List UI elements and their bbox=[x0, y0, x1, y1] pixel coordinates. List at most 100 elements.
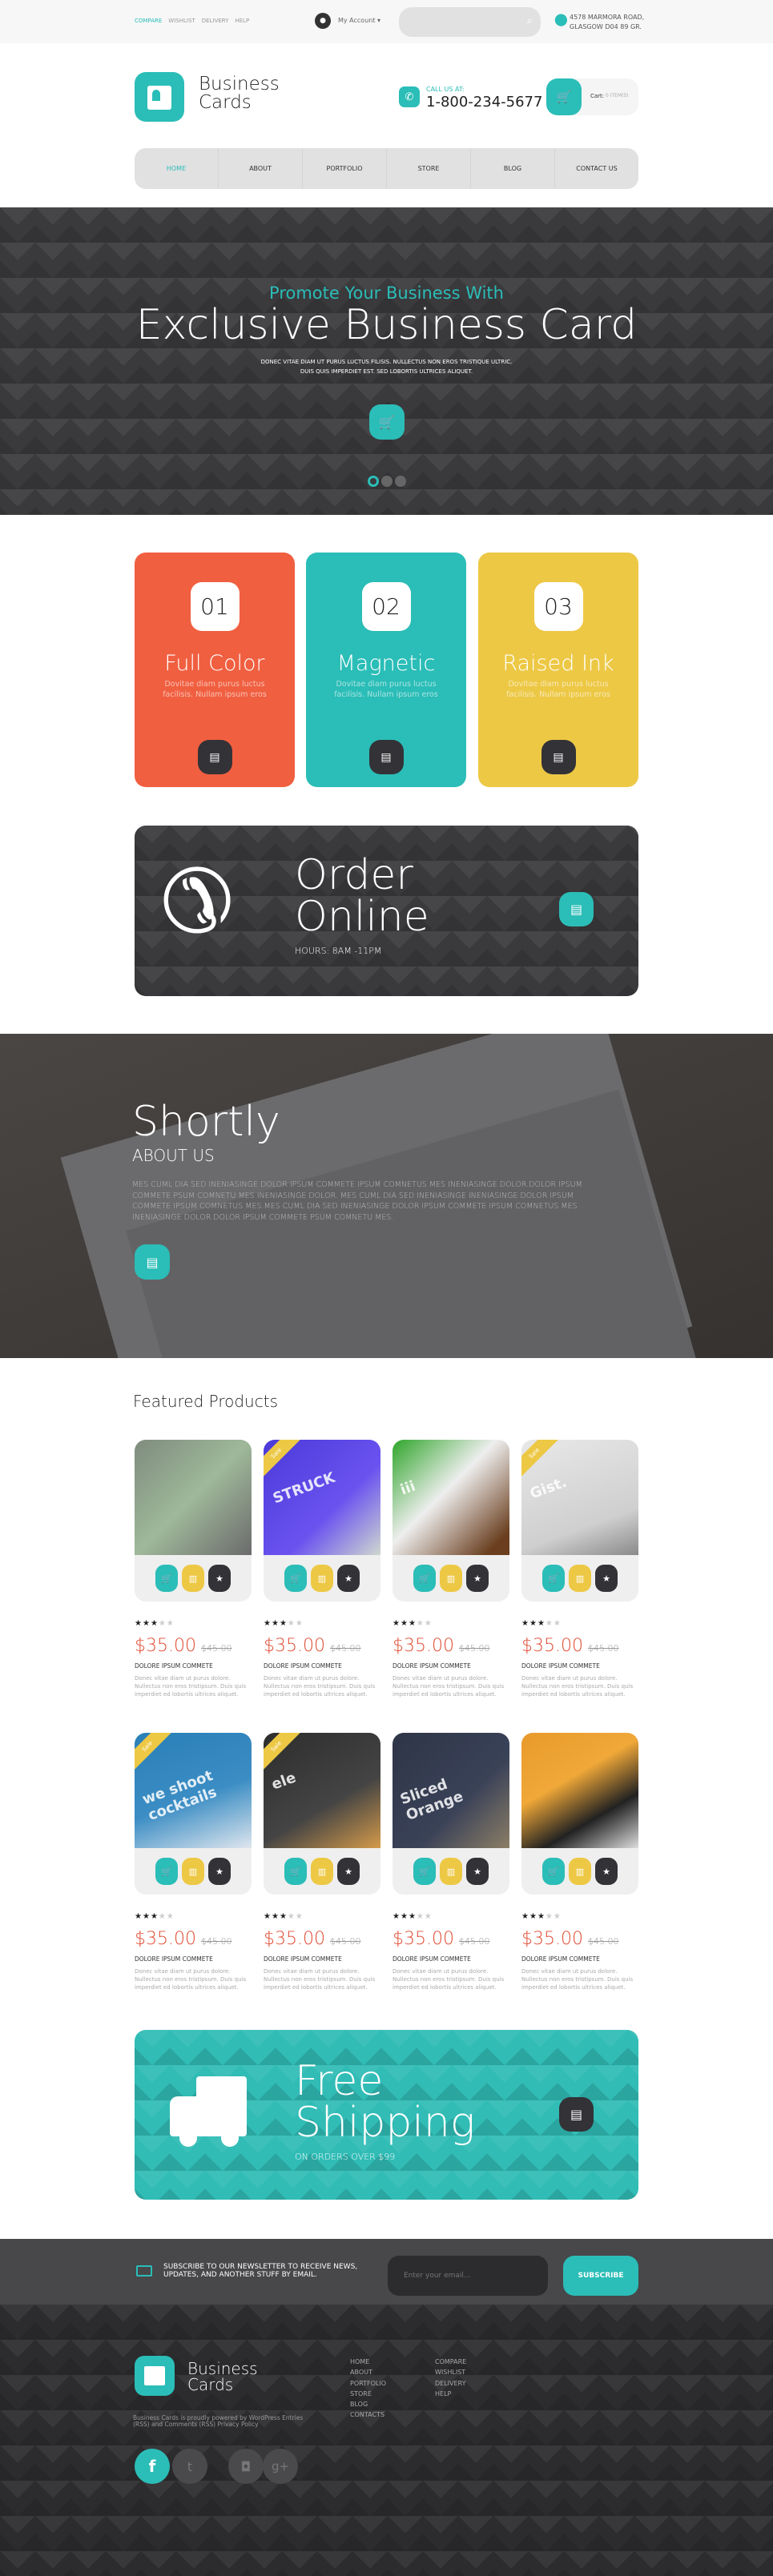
about-button[interactable]: ▤ bbox=[135, 1244, 170, 1280]
product-name[interactable]: DOLORE IPSUM COMMETE bbox=[521, 1662, 638, 1670]
wishlist-button[interactable]: ★ bbox=[595, 1858, 618, 1885]
compare-button[interactable]: ▥ bbox=[311, 1565, 333, 1592]
feature-more-button[interactable]: ▤ bbox=[541, 740, 576, 774]
add-to-cart-button[interactable]: 🛒 bbox=[155, 1565, 178, 1592]
instagram-icon[interactable]: ◘ bbox=[228, 2449, 264, 2484]
product-name[interactable]: DOLORE IPSUM COMMETE bbox=[264, 1955, 380, 1963]
product-image[interactable] bbox=[135, 1440, 252, 1555]
add-to-cart-button[interactable]: 🛒 bbox=[413, 1565, 436, 1592]
logo-icon[interactable] bbox=[135, 72, 184, 122]
compare-button[interactable]: ▥ bbox=[182, 1858, 204, 1885]
product-image[interactable]: ele Sale bbox=[264, 1733, 380, 1848]
google-plus-icon[interactable]: g+ bbox=[263, 2449, 298, 2484]
feature-title: Raised Ink bbox=[502, 651, 614, 676]
nav-portfolio[interactable]: PORTFOLIO bbox=[302, 148, 386, 189]
sale-badge: Sale bbox=[521, 1440, 562, 1481]
slider-dot-3[interactable] bbox=[394, 476, 406, 487]
slider-dot-2[interactable] bbox=[380, 476, 393, 487]
wishlist-button[interactable]: ★ bbox=[466, 1565, 489, 1592]
product-image[interactable]: we shoot cocktails Sale bbox=[135, 1733, 252, 1848]
facebook-icon[interactable]: f bbox=[135, 2449, 170, 2484]
footer-link-blog[interactable]: BLOG bbox=[350, 2399, 386, 2409]
free-shipping-banner[interactable]: Free Shipping ON ORDERS OVER $99 ▤ bbox=[135, 2030, 638, 2200]
shipping-button[interactable]: ▤ bbox=[559, 2097, 594, 2132]
feature-more-button[interactable]: ▤ bbox=[197, 740, 232, 774]
wishlist-button[interactable]: ★ bbox=[208, 1858, 231, 1885]
add-to-cart-button[interactable]: 🛒 bbox=[542, 1565, 565, 1592]
twitter-icon[interactable]: t bbox=[172, 2449, 207, 2484]
top-link-delivery[interactable]: DELIVERY bbox=[202, 18, 229, 24]
star-icon: ★ bbox=[416, 1619, 425, 1628]
product-name[interactable]: DOLORE IPSUM COMMETE bbox=[135, 1955, 252, 1963]
product-name[interactable]: DOLORE IPSUM COMMETE bbox=[264, 1662, 380, 1670]
nav-contact-us[interactable]: CONTACT US bbox=[554, 148, 638, 189]
cart-widget[interactable]: 🛒 Cart: 0 ITEM(S) bbox=[546, 78, 638, 115]
add-to-cart-button[interactable]: 🛒 bbox=[413, 1858, 436, 1885]
compare-button[interactable]: ▥ bbox=[311, 1858, 333, 1885]
product-actions: 🛒 ▥ ★ bbox=[393, 1848, 509, 1895]
product-name[interactable]: DOLORE IPSUM COMMETE bbox=[135, 1662, 252, 1670]
footer-link-wishlist[interactable]: WISHLIST bbox=[435, 2367, 466, 2377]
product-image[interactable] bbox=[521, 1733, 638, 1848]
footer-link-portfolio[interactable]: PORTFOLIO bbox=[350, 2378, 386, 2389]
rating: ★★★★★ bbox=[135, 1912, 252, 1921]
old-price: $45.00 bbox=[200, 1643, 232, 1654]
cart-icon[interactable]: 🛒 bbox=[546, 78, 582, 115]
top-link-compare[interactable]: COMPARE bbox=[135, 18, 162, 24]
product-name[interactable]: DOLORE IPSUM COMMETE bbox=[393, 1955, 509, 1963]
shipping-line1: Free bbox=[295, 2057, 384, 2105]
user-icon[interactable]: ● bbox=[315, 13, 331, 29]
star-icon: ★ bbox=[521, 1619, 529, 1628]
footer-link-home[interactable]: HOME bbox=[350, 2357, 386, 2367]
compare-button[interactable]: ▥ bbox=[182, 1565, 204, 1592]
add-to-cart-button[interactable]: 🛒 bbox=[284, 1858, 307, 1885]
address: 4578 MARMORA ROAD, GLASGOW D04 89 GR. bbox=[570, 13, 644, 32]
logo-line2: Cards bbox=[199, 92, 252, 113]
search-input[interactable]: ⌕ bbox=[399, 7, 541, 37]
order-button[interactable]: ▤ bbox=[559, 892, 594, 926]
compare-button[interactable]: ▥ bbox=[440, 1858, 462, 1885]
email-input[interactable] bbox=[388, 2256, 548, 2296]
product-card: Sliced Orange 🛒 ▥ ★ ★★★★★ $35.00 $45.00 D… bbox=[393, 1733, 509, 1991]
wishlist-button[interactable]: ★ bbox=[337, 1565, 360, 1592]
nav-blog[interactable]: BLOG bbox=[470, 148, 554, 189]
compare-button[interactable]: ▥ bbox=[569, 1565, 591, 1592]
slider-dot-1[interactable] bbox=[367, 476, 379, 487]
footer-link-contacts[interactable]: CONTACTS bbox=[350, 2409, 386, 2420]
nav-store[interactable]: STORE bbox=[386, 148, 470, 189]
wishlist-button[interactable]: ★ bbox=[595, 1565, 618, 1592]
feature-card: 01 Full Color Dovitae diam purus luctus … bbox=[135, 553, 295, 787]
footer-logo-icon[interactable] bbox=[135, 2356, 175, 2396]
my-account-dropdown[interactable]: My Account ▾ bbox=[338, 17, 380, 24]
footer-link-help[interactable]: HELP bbox=[435, 2389, 466, 2399]
search-icon[interactable]: ⌕ bbox=[527, 15, 533, 27]
wishlist-button[interactable]: ★ bbox=[337, 1858, 360, 1885]
footer-link-delivery[interactable]: DELIVERY bbox=[435, 2378, 466, 2389]
product-image[interactable]: Sliced Orange bbox=[393, 1733, 509, 1848]
wishlist-button[interactable]: ★ bbox=[466, 1858, 489, 1885]
order-online-banner[interactable]: ✆ Order Online HOURS: 8AM -11PM ▤ bbox=[135, 826, 638, 996]
logo-line1: Business bbox=[199, 74, 280, 94]
footer-link-compare[interactable]: COMPARE bbox=[435, 2357, 466, 2367]
nav-home[interactable]: HOME bbox=[135, 148, 218, 189]
product-image[interactable]: Gist. Sale bbox=[521, 1440, 638, 1555]
feature-more-button[interactable]: ▤ bbox=[368, 740, 404, 774]
add-to-cart-button[interactable]: 🛒 bbox=[542, 1858, 565, 1885]
top-link-help[interactable]: HELP bbox=[235, 18, 249, 24]
footer-link-store[interactable]: STORE bbox=[350, 2389, 386, 2399]
compare-button[interactable]: ▥ bbox=[440, 1565, 462, 1592]
product-image[interactable]: STRUCK Sale bbox=[264, 1440, 380, 1555]
logo-text[interactable]: Business Cards bbox=[199, 75, 280, 112]
wishlist-button[interactable]: ★ bbox=[208, 1565, 231, 1592]
product-image[interactable]: iii bbox=[393, 1440, 509, 1555]
product-name[interactable]: DOLORE IPSUM COMMETE bbox=[521, 1955, 638, 1963]
product-name[interactable]: DOLORE IPSUM COMMETE bbox=[393, 1662, 509, 1670]
add-to-cart-button[interactable]: 🛒 bbox=[284, 1565, 307, 1592]
footer-link-about[interactable]: ABOUT bbox=[350, 2367, 386, 2377]
compare-button[interactable]: ▥ bbox=[569, 1858, 591, 1885]
subscribe-button[interactable]: SUBSCRIBE bbox=[563, 2256, 638, 2296]
nav-about[interactable]: ABOUT bbox=[218, 148, 302, 189]
add-to-cart-button[interactable]: 🛒 bbox=[155, 1858, 178, 1885]
top-link-wishlist[interactable]: WISHLIST bbox=[168, 18, 195, 24]
hero-cart-button[interactable]: 🛒 bbox=[368, 404, 405, 440]
